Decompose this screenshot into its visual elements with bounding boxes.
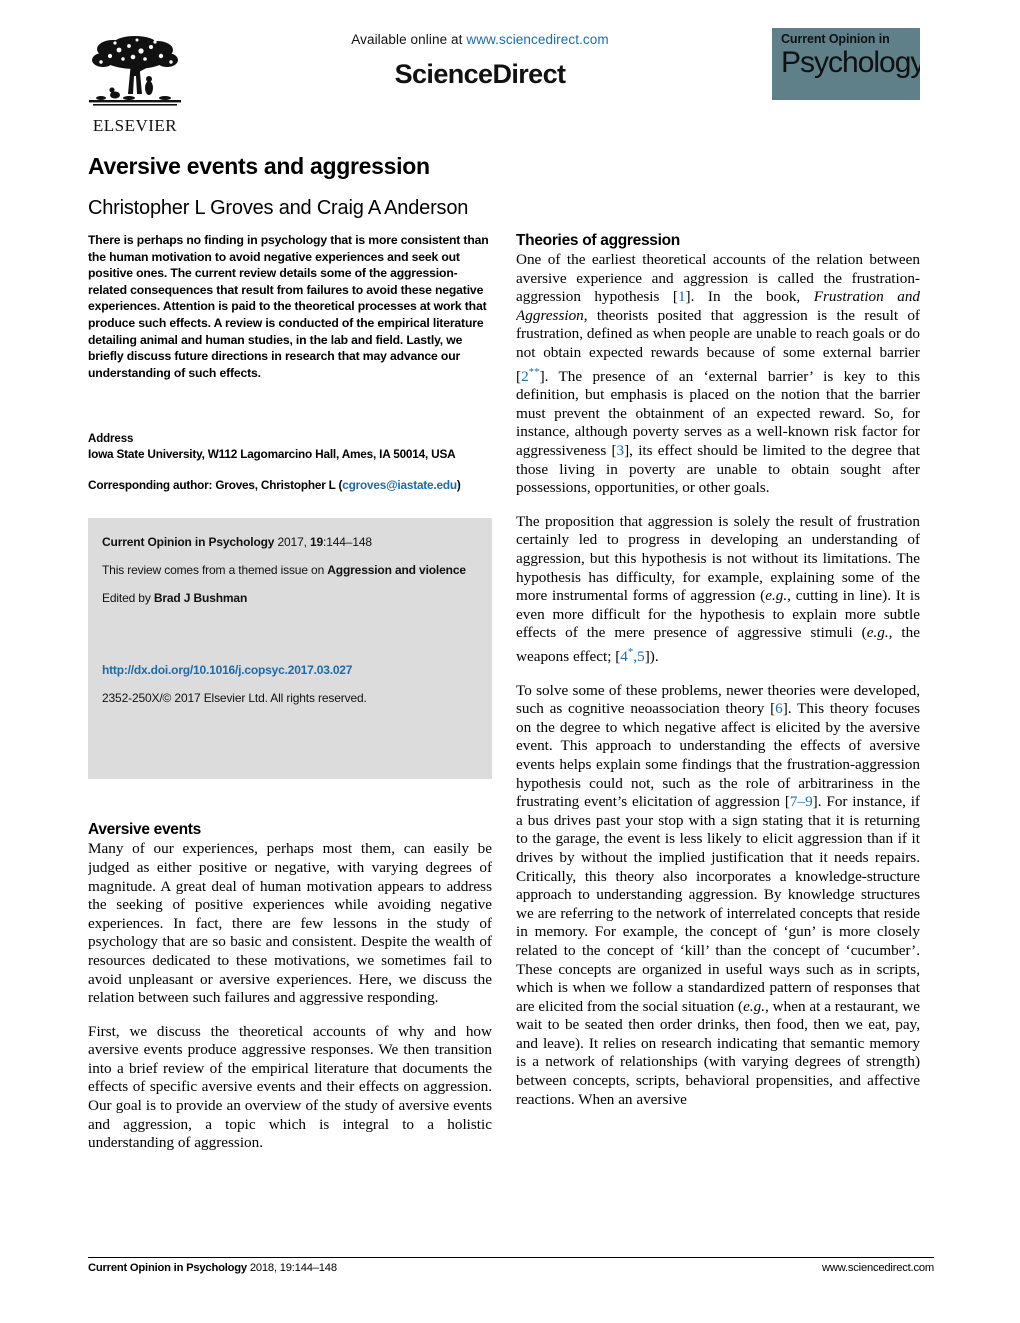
text-run: ]). (644, 648, 659, 665)
journal-logo-main-line: Psychology (781, 45, 920, 79)
footer-journal-name: Current Opinion in Psychology (88, 1262, 247, 1274)
two-column-body: There is perhaps no finding in psycholog… (88, 232, 934, 1247)
abstract: There is perhaps no finding in psycholog… (88, 233, 489, 380)
corresponding-author-prefix: Corresponding author: Groves, Christophe… (88, 478, 343, 493)
page-footer: Current Opinion in Psychology 2018, 19:1… (88, 1262, 934, 1274)
citation-ref-7-9[interactable]: 7–9 (790, 793, 813, 810)
journal-year: 2017, (274, 535, 310, 550)
address-affiliation: Iowa State University, W112 Lagomarcino … (88, 447, 456, 462)
citation-ref-4[interactable]: 4*,5 (620, 646, 645, 665)
citation-number: ,5 (633, 648, 645, 665)
elsevier-wordmark: ELSEVIER (92, 116, 178, 135)
article-title: Aversive events and aggression (88, 153, 430, 180)
eg-italic: e.g. (743, 997, 766, 1015)
corresponding-author-suffix: ) (456, 478, 461, 493)
themed-issue-row: This review comes from a themed issue on… (102, 563, 478, 578)
copyright-line: 2352-250X/© 2017 Elsevier Ltd. All right… (102, 691, 367, 706)
citation-number: 4 (620, 648, 628, 665)
footer-volume-pages: 2018, 19:144–148 (246, 1262, 337, 1274)
paragraph: First, we discuss the theoretical accoun… (88, 1022, 492, 1152)
sciencedirect-link[interactable]: www.sciencedirect.com (466, 32, 608, 47)
article-authors: Christopher L Groves and Craig A Anderso… (88, 197, 469, 220)
section-heading-theories-of-aggression: Theories of aggression (516, 232, 680, 249)
right-column: Theories of aggression One of the earlie… (516, 232, 920, 1247)
left-column: There is perhaps no finding in psycholog… (88, 232, 492, 1247)
masthead: ELSEVIER Available online at www.science… (0, 0, 1020, 140)
corresponding-author-email[interactable]: cgroves@iastate.edu (342, 478, 457, 492)
article-page: ELSEVIER Available online at www.science… (0, 0, 1020, 1323)
paragraph: The proposition that aggression is solel… (516, 513, 920, 667)
elsevier-tree-icon (89, 36, 181, 106)
elsevier-logo: ELSEVIER (84, 26, 186, 134)
citation-ref-6[interactable]: 6 (775, 700, 783, 717)
footer-website[interactable]: www.sciencedirect.com (822, 1262, 934, 1274)
corresponding-author: Corresponding author: Groves, Christophe… (88, 478, 492, 492)
citation-ref-3[interactable]: 3 (617, 442, 625, 459)
paragraph: One of the earliest theoretical accounts… (516, 251, 920, 498)
section-heading-aversive-events: Aversive events (88, 821, 201, 839)
text-run: ]. In the book, (685, 288, 814, 306)
editor-name: Brad J Bushman (153, 591, 248, 606)
text-run: ]. For instance, if a bus drives past yo… (516, 793, 920, 1015)
available-online-line: Available online at www.sciencedirect.co… (210, 32, 750, 47)
edited-by-prefix: Edited by (102, 591, 154, 606)
title-zone: Aversive events and aggression Christoph… (88, 138, 933, 220)
sciencedirect-wordmark: ScienceDirect (394, 59, 566, 89)
address-heading: Address (88, 433, 134, 446)
citation-importance-marks: ** (528, 365, 540, 378)
footer-citation: Current Opinion in Psychology 2018, 19:1… (88, 1262, 337, 1274)
doi-link[interactable]: http://dx.doi.org/10.1016/j.copsyc.2017.… (102, 663, 478, 678)
eg-italic: e.g. (765, 587, 788, 605)
journal-logo-top-line: Current Opinion in (781, 32, 890, 46)
journal-citation-row: Current Opinion in Psychology 2017, 19:1… (102, 535, 478, 550)
edited-by-row: Edited by Brad J Bushman (102, 591, 478, 606)
paragraph: Many of our experiences, perhaps most th… (88, 840, 492, 1007)
journal-name: Current Opinion in Psychology (102, 535, 275, 550)
journal-pages: :144–148 (323, 535, 372, 550)
citation-number: 2 (521, 367, 529, 385)
citation-ref-2[interactable]: 2** (521, 365, 540, 385)
available-online-text: Available online at (351, 32, 467, 47)
footer-divider (88, 1257, 934, 1258)
journal-logo: Current Opinion in Psychology (772, 28, 920, 100)
infobox-spacer (102, 619, 478, 663)
themed-issue-topic: Aggression and violence (327, 563, 466, 578)
citation-ref-1[interactable]: 1 (678, 288, 686, 305)
paragraph: To solve some of these problems, newer t… (516, 682, 920, 1110)
eg-italic: e.g. (866, 624, 889, 642)
journal-volume: 19 (309, 535, 324, 550)
themed-issue-prefix: This review comes from a themed issue on (102, 563, 328, 578)
journal-info-box: Current Opinion in Psychology 2017, 19:1… (88, 518, 492, 780)
sciencedirect-block: Available online at www.sciencedirect.co… (210, 32, 750, 90)
